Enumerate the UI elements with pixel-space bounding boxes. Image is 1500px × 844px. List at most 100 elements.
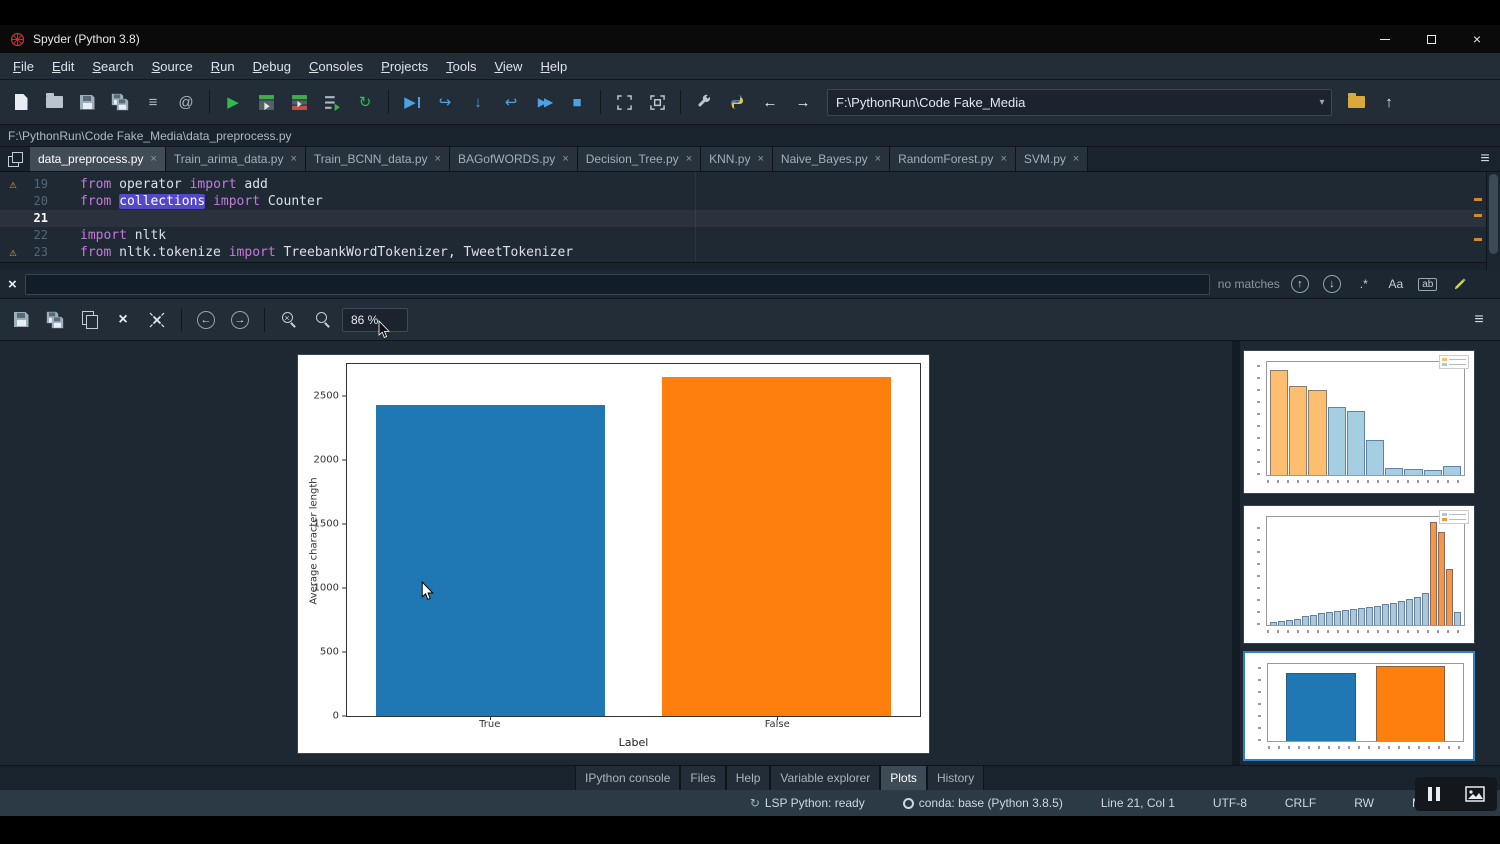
code-line-20[interactable]: 20 from collections import Counter: [0, 193, 1486, 210]
file-switcher-button[interactable]: ≡: [138, 87, 168, 117]
browse-tabs-button[interactable]: [0, 147, 30, 171]
close-find-button[interactable]: ×: [8, 276, 17, 293]
rerun-button[interactable]: ↻: [350, 87, 380, 117]
editor-tab-decision-tree[interactable]: Decision_Tree.py×: [578, 147, 701, 171]
find-next-button[interactable]: ↓: [1320, 273, 1344, 295]
tab-close-icon[interactable]: ×: [435, 153, 441, 165]
save-all-button[interactable]: [105, 87, 135, 117]
tab-history[interactable]: History: [927, 766, 984, 790]
save-plot-button[interactable]: [6, 305, 36, 335]
close-button[interactable]: ×: [1454, 25, 1500, 53]
tab-menu-button[interactable]: ≡: [1470, 147, 1500, 171]
case-toggle[interactable]: Aa: [1384, 273, 1408, 295]
editor-tab-naive-bayes[interactable]: Naive_Bayes.py×: [773, 147, 890, 171]
editor-tab-train-bcnn[interactable]: Train_BCNN_data.py×: [306, 147, 450, 171]
plot-figure[interactable]: Average character length 050010001500200…: [297, 354, 930, 754]
fullscreen-button[interactable]: [642, 87, 672, 117]
tab-close-icon[interactable]: ×: [562, 153, 568, 165]
pause-icon[interactable]: [1428, 787, 1440, 801]
tab-close-icon[interactable]: ×: [290, 153, 296, 165]
menu-file[interactable]: File: [4, 56, 43, 77]
menu-edit[interactable]: Edit: [43, 56, 83, 77]
tab-close-icon[interactable]: ×: [757, 153, 763, 165]
editor-vertical-scrollbar[interactable]: [1486, 172, 1500, 270]
plots-menu-button[interactable]: ≡: [1464, 305, 1494, 335]
tab-close-icon[interactable]: ×: [686, 153, 692, 165]
tab-files[interactable]: Files: [680, 766, 725, 790]
menu-view[interactable]: View: [485, 56, 531, 77]
tab-close-icon[interactable]: ×: [875, 153, 881, 165]
minimize-button[interactable]: [1362, 25, 1408, 53]
regex-toggle[interactable]: .*: [1352, 273, 1376, 295]
find-previous-button[interactable]: ↑: [1288, 273, 1312, 295]
save-all-plots-button[interactable]: [40, 305, 70, 335]
tab-close-icon[interactable]: ×: [1073, 153, 1079, 165]
editor-tab-randomforest[interactable]: RandomForest.py×: [890, 147, 1016, 171]
copy-plot-button[interactable]: [74, 305, 104, 335]
browse-directory-button[interactable]: [1341, 87, 1371, 117]
menu-source[interactable]: Source: [143, 56, 202, 77]
back-button[interactable]: ←: [755, 87, 785, 117]
code-line-21-current[interactable]: 21: [0, 210, 1486, 227]
tab-close-icon[interactable]: ×: [1000, 153, 1006, 165]
menu-search[interactable]: Search: [83, 56, 142, 77]
previous-plot-button[interactable]: ←: [191, 305, 221, 335]
maximize-button[interactable]: [1408, 25, 1454, 53]
symbol-finder-button[interactable]: @: [171, 87, 201, 117]
code-line-23[interactable]: ⚠ 23 from nltk.tokenize import TreebankW…: [0, 244, 1486, 261]
tab-variable-explorer[interactable]: Variable explorer: [770, 766, 880, 790]
editor-tab-data-preprocess[interactable]: data_preprocess.py×: [30, 147, 166, 171]
menu-consoles[interactable]: Consoles: [300, 56, 372, 77]
pythonpath-button[interactable]: [722, 87, 752, 117]
continue-button[interactable]: ▶▶: [529, 87, 559, 117]
editor-tab-svm[interactable]: SVM.py×: [1016, 147, 1088, 171]
tab-ipython-console[interactable]: IPython console: [575, 766, 680, 790]
conda-status[interactable]: conda: base (Python 3.8.5): [903, 796, 1063, 810]
remove-plot-button[interactable]: ×: [108, 305, 138, 335]
menu-tools[interactable]: Tools: [437, 56, 485, 77]
remove-all-plots-button[interactable]: [142, 305, 172, 335]
open-file-button[interactable]: [39, 87, 69, 117]
step-into-button[interactable]: ↓: [463, 87, 493, 117]
menu-run[interactable]: Run: [202, 56, 244, 77]
plot-thumbnail-2[interactable]: [1243, 505, 1475, 644]
editor-tab-knn[interactable]: KNN.py×: [701, 147, 773, 171]
menu-debug[interactable]: Debug: [244, 56, 300, 77]
preferences-button[interactable]: [689, 87, 719, 117]
working-directory-input[interactable]: [828, 95, 1313, 110]
code-line-22[interactable]: 22 import nltk: [0, 227, 1486, 244]
zoom-out-button[interactable]: ×: [274, 305, 304, 335]
parent-directory-button[interactable]: ↑: [1374, 87, 1404, 117]
editor-tab-bagofwords[interactable]: BAGofWORDS.py×: [450, 147, 578, 171]
run-cell-button[interactable]: [251, 87, 281, 117]
working-directory-combobox[interactable]: ▾: [827, 89, 1332, 116]
stop-debug-button[interactable]: ■: [562, 87, 592, 117]
tab-plots[interactable]: Plots: [880, 766, 927, 790]
menu-projects[interactable]: Projects: [372, 56, 437, 77]
tab-close-icon[interactable]: ×: [150, 153, 156, 165]
whole-word-toggle[interactable]: ab: [1416, 273, 1440, 295]
forward-button[interactable]: →: [788, 87, 818, 117]
code-line-19[interactable]: ⚠ 19 from operator import add: [0, 176, 1486, 193]
picture-icon[interactable]: [1465, 786, 1485, 802]
save-button[interactable]: [72, 87, 102, 117]
maximize-pane-button[interactable]: [609, 87, 639, 117]
run-button[interactable]: ▶: [218, 87, 248, 117]
step-over-button[interactable]: ↪: [430, 87, 460, 117]
highlight-toggle[interactable]: [1448, 273, 1472, 295]
zoom-in-button[interactable]: [308, 305, 338, 335]
menu-help[interactable]: Help: [531, 56, 576, 77]
debug-button[interactable]: ▶: [397, 87, 427, 117]
plot-thumbnail-3-selected[interactable]: [1243, 651, 1475, 761]
editor-horizontal-scrollbar[interactable]: [0, 262, 1486, 270]
combobox-caret-icon[interactable]: ▾: [1313, 97, 1331, 108]
editor-tab-train-arima[interactable]: Train_arima_data.py×: [166, 147, 306, 171]
new-file-button[interactable]: [6, 87, 36, 117]
thumbnail-scrollbar[interactable]: [1232, 341, 1240, 765]
scrollbar-thumb[interactable]: [1489, 174, 1498, 254]
code-editor[interactable]: ⚠ 19 from operator import add 20 from co…: [0, 172, 1500, 270]
step-return-button[interactable]: ↩: [496, 87, 526, 117]
tab-help[interactable]: Help: [726, 766, 771, 790]
plot-thumbnail-1[interactable]: [1243, 350, 1475, 494]
zoom-level[interactable]: 86 %: [342, 308, 408, 332]
